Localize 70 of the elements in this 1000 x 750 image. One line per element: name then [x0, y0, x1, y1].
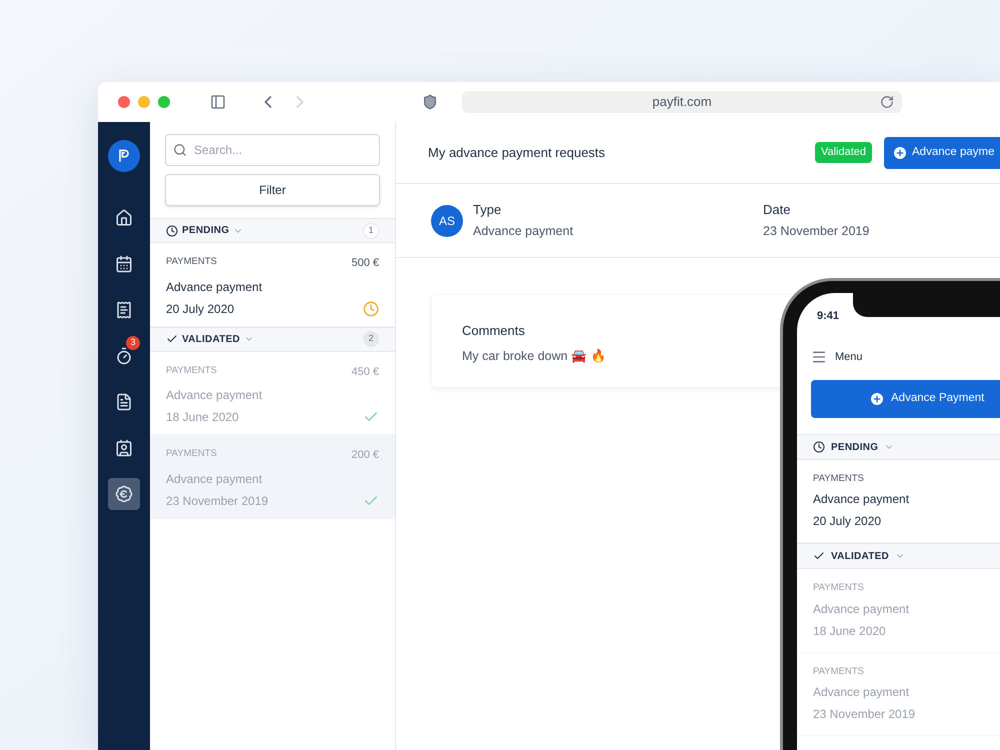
shield-icon[interactable] — [422, 94, 438, 110]
status-badge: Validated — [814, 142, 872, 163]
item-date: 20 July 2020 — [813, 513, 882, 530]
advance-payment-button[interactable]: Advance payme — [884, 136, 1000, 168]
item-title: Advance payment — [813, 600, 910, 618]
category-label: PAYMENTS — [166, 364, 217, 378]
nav-item[interactable] — [108, 478, 140, 510]
item-title: Advance payment — [813, 491, 910, 508]
amount-text: 500 € — [351, 256, 379, 271]
notification-badge: 3 — [126, 336, 140, 350]
group-label: VALIDATED — [831, 550, 889, 564]
clock-icon — [363, 300, 379, 316]
filter-button[interactable]: Filter — [165, 174, 380, 206]
field-label: Type — [473, 201, 502, 220]
group-header[interactable]: VALIDATED 2 — [150, 326, 395, 352]
menu-label[interactable]: Menu — [835, 348, 863, 365]
reload-icon[interactable] — [880, 95, 894, 109]
close-button[interactable] — [118, 96, 130, 108]
category-label: PAYMENTS — [166, 447, 217, 461]
comment-text: My car broke down 🚘 🔥 — [462, 348, 607, 365]
category-label: PAYMENTS — [813, 581, 865, 596]
logo-icon[interactable] — [108, 140, 140, 172]
count-badge: 2 — [363, 331, 379, 347]
menu-icon[interactable] — [811, 348, 827, 365]
category-label: PAYMENTS — [813, 664, 865, 678]
clock-icon — [813, 441, 825, 453]
advance-payment-button[interactable]: Advance Payment — [811, 380, 1000, 418]
comments-title: Comments — [462, 322, 526, 340]
list-icon — [115, 301, 133, 319]
contact-card-icon — [115, 439, 133, 457]
group-header[interactable]: PENDING 1 — [150, 218, 395, 243]
category-label: PAYMENTS — [813, 472, 865, 486]
item-title: Advance payment — [813, 684, 910, 701]
plus-icon — [869, 391, 885, 407]
field-label: Date — [763, 201, 792, 220]
calendar-icon — [115, 255, 133, 273]
url-text: payfit.com — [652, 93, 712, 112]
home-icon — [115, 209, 133, 227]
item-date: 18 June 2020 — [166, 409, 239, 426]
clock-icon — [166, 224, 178, 236]
check-icon — [166, 333, 178, 345]
field-value: Advance payment — [473, 222, 574, 240]
page-title: My advance payment requests — [428, 144, 606, 162]
item-title: Advance payment — [166, 470, 264, 488]
document-icon — [115, 393, 133, 411]
item-date: 23 November 2019 — [813, 706, 916, 723]
address-bar[interactable]: payfit.com — [462, 91, 902, 113]
money-icon — [115, 485, 133, 503]
status-time: 9:41 — [817, 309, 840, 324]
group-label: PENDING — [182, 224, 230, 238]
amount-text: 450 € — [351, 364, 379, 380]
search-field[interactable]: Search... — [165, 134, 380, 166]
count-badge: 1 — [363, 222, 379, 238]
amount-text: 200 € — [351, 448, 379, 463]
search-icon — [173, 143, 187, 157]
item-date: 23 November 2019 — [166, 492, 268, 510]
avatar: AS — [431, 204, 463, 236]
group-label: VALIDATED — [182, 332, 240, 346]
item-date: 18 June 2020 — [813, 622, 887, 640]
stopwatch-icon — [115, 347, 133, 365]
item-title: Advance payment — [166, 278, 264, 296]
group-header[interactable]: PENDING — [797, 434, 1000, 460]
item-title: Advance payment — [166, 387, 264, 404]
sidebar-toggle-icon[interactable] — [210, 94, 226, 110]
group-label: PENDING — [831, 440, 878, 454]
group-header[interactable]: VALIDATED — [797, 543, 1000, 570]
category-label: PAYMENTS — [166, 255, 217, 269]
plus-icon — [892, 144, 908, 160]
item-date: 20 July 2020 — [166, 300, 234, 318]
field-value: 23 November 2019 — [763, 222, 870, 240]
